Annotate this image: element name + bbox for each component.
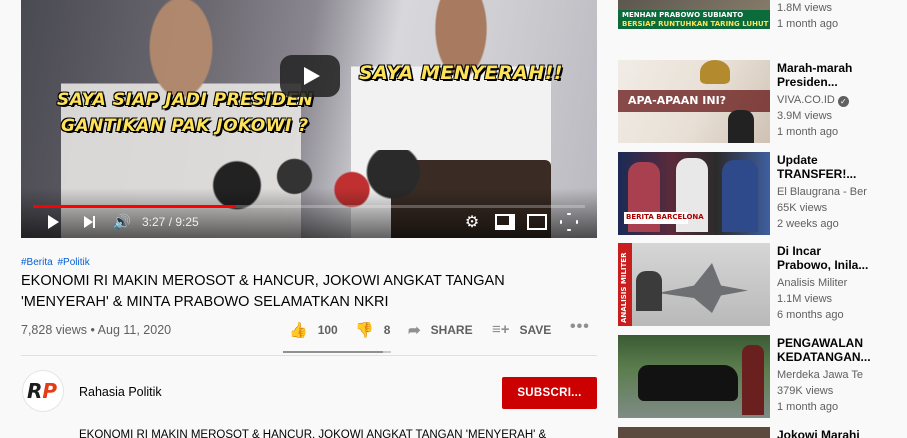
hashtag-berita[interactable]: #Berita bbox=[21, 257, 53, 268]
video-title-line1: EKONOMI RI MAKIN MEROSOT & HANCUR, JOKOW… bbox=[21, 273, 505, 289]
thumb-player-3 bbox=[722, 160, 758, 232]
video-meta: 7,828 views • Aug 11, 2020 bbox=[21, 323, 172, 337]
dislike-button[interactable]: 👎 8 bbox=[355, 321, 390, 339]
rec-channel: Merdeka Jawa Te bbox=[777, 369, 864, 381]
rec-age: 1 month ago bbox=[777, 401, 839, 413]
time-display: 3:27 / 9:25 bbox=[142, 215, 199, 229]
play-icon[interactable] bbox=[45, 212, 61, 232]
like-button[interactable]: 👍 100 bbox=[289, 321, 338, 339]
thumb-emblem bbox=[700, 60, 730, 84]
like-count: 100 bbox=[317, 323, 338, 337]
video-overlay-line2: GANTIKAN PAK JOKOWI ? bbox=[61, 116, 309, 136]
rec-channel-name: VIVA.CO.ID bbox=[777, 94, 835, 106]
save-button[interactable]: ≡+ SAVE bbox=[492, 321, 551, 338]
rec-age: 6 months ago bbox=[777, 309, 844, 321]
thumb-caption: APA-APAAN INI? bbox=[628, 94, 727, 107]
recommendation-item[interactable]: Jokowi Marahi bbox=[618, 427, 907, 438]
rec-age: 2 weeks ago bbox=[777, 218, 839, 230]
rec-channel: El Blaugrana - Ber bbox=[777, 186, 867, 198]
volume-icon[interactable]: 🔊 bbox=[111, 212, 133, 232]
hashtag-politik[interactable]: #Politik bbox=[57, 257, 89, 268]
channel-avatar[interactable]: RP bbox=[22, 370, 64, 412]
more-actions-button[interactable]: ••• bbox=[570, 318, 590, 336]
video-title-line2: 'MENYERAH' & MINTA PRABOWO SELAMATKAN NK… bbox=[21, 294, 389, 310]
info-divider bbox=[21, 355, 597, 356]
rec-title-line2: Prabowo, Inila... bbox=[777, 258, 869, 272]
rec-title-line2: KEDATANGAN... bbox=[777, 350, 871, 364]
progress-fill bbox=[33, 205, 236, 208]
save-label: SAVE bbox=[519, 322, 552, 337]
settings-gear-icon[interactable]: ⚙ bbox=[463, 212, 481, 232]
verified-check-icon: ✓ bbox=[837, 96, 849, 107]
recommendation-thumbnail[interactable] bbox=[618, 427, 770, 438]
rec-views: 1.8M views bbox=[777, 2, 833, 14]
video-overlay-line1: SAYA SIAP JADI PRESIDEN bbox=[57, 90, 314, 110]
recommendation-thumbnail[interactable]: MENHAN PRABOWO SUBIANTO BERSIAP RUNTUHKA… bbox=[618, 0, 770, 29]
rec-channel: Analisis Militer bbox=[777, 277, 848, 289]
rec-channel: VIVA.CO.ID ✓ bbox=[777, 92, 907, 108]
hashtags: #Berita #Politik bbox=[21, 257, 92, 268]
recommendation-item[interactable]: ANALISIS MILITER Di Incar Prabowo, Inila… bbox=[618, 243, 907, 327]
channel-name[interactable]: Rahasia Politik bbox=[79, 385, 162, 399]
share-arrow-icon: ➦ bbox=[408, 322, 421, 339]
thumb-person bbox=[728, 110, 754, 143]
channel-logo: RP bbox=[27, 379, 57, 403]
rec-views: 65K views bbox=[777, 202, 828, 214]
recommendation-thumbnail[interactable]: APA-APAAN INI? bbox=[618, 60, 770, 143]
video-title: EKONOMI RI MAKIN MEROSOT & HANCUR, JOKOW… bbox=[21, 271, 591, 313]
thumb-person bbox=[742, 345, 764, 415]
progress-bar[interactable] bbox=[33, 205, 585, 208]
share-button[interactable]: ➦ SHARE bbox=[408, 321, 473, 339]
miniplayer-icon[interactable] bbox=[495, 212, 515, 232]
video-description: EKONOMI RI MAKIN MEROSOT & HANCUR, JOKOW… bbox=[79, 429, 547, 438]
sentiment-bar bbox=[283, 351, 391, 353]
recommendation-item[interactable]: APA-APAAN INI? Marah-marah Presiden... V… bbox=[618, 60, 907, 144]
large-play-button[interactable] bbox=[280, 55, 340, 97]
rec-title-line1: Jokowi Marahi bbox=[777, 428, 860, 438]
thumb-jet bbox=[658, 263, 748, 313]
video-overlay-right: SAYA MENYERAH!! bbox=[359, 62, 564, 84]
youtube-watch-page: SAYA SIAP JADI PRESIDEN GANTIKAN PAK JOK… bbox=[0, 0, 907, 438]
thumb-caption-2: BERSIAP RUNTUHKAN TARING LUHUT bbox=[622, 20, 769, 28]
thumb-caption: BERITA BARCELONA bbox=[626, 213, 704, 221]
thumb-caption: ANALISIS MILITER bbox=[620, 252, 628, 323]
thumbs-down-icon: 👎 bbox=[355, 322, 374, 339]
rec-title-line2: Presiden... bbox=[777, 75, 838, 89]
upload-date: Aug 11, 2020 bbox=[97, 323, 172, 337]
thumb-caption-1: MENHAN PRABOWO SUBIANTO bbox=[622, 11, 744, 19]
share-label: SHARE bbox=[430, 323, 473, 337]
thumb-person bbox=[636, 271, 662, 311]
rec-age: 1 month ago bbox=[777, 18, 839, 30]
rec-views: 379K views bbox=[777, 385, 834, 397]
rec-age: 1 month ago bbox=[777, 126, 839, 138]
thumb-car bbox=[638, 365, 738, 401]
rec-views: 1.1M views bbox=[777, 293, 833, 305]
playlist-add-icon: ≡+ bbox=[492, 321, 510, 338]
rec-title-line2: TRANSFER!... bbox=[777, 167, 857, 181]
recommendation-item[interactable]: PENGAWALAN KEDATANGAN... Merdeka Jawa Te… bbox=[618, 335, 907, 419]
view-count: 7,828 views bbox=[21, 323, 88, 337]
dislike-count: 8 bbox=[383, 323, 391, 337]
logo-letter-r: R bbox=[27, 379, 43, 403]
subscribe-button[interactable]: SUBSCRI... bbox=[502, 377, 597, 409]
rec-views: 3.9M views bbox=[777, 110, 833, 122]
recommendation-item[interactable]: BERITA BARCELONA Update TRANSFER!... El … bbox=[618, 152, 907, 236]
recommendation-thumbnail[interactable]: ANALISIS MILITER bbox=[618, 243, 770, 326]
recommendation-thumbnail[interactable]: BERITA BARCELONA bbox=[618, 152, 770, 235]
recommendation-item[interactable]: MENHAN PRABOWO SUBIANTO BERSIAP RUNTUHKA… bbox=[618, 0, 907, 30]
recommendation-thumbnail[interactable] bbox=[618, 335, 770, 418]
theater-mode-icon[interactable] bbox=[527, 212, 547, 232]
video-player[interactable]: SAYA SIAP JADI PRESIDEN GANTIKAN PAK JOK… bbox=[21, 0, 597, 238]
logo-letter-p: P bbox=[42, 379, 58, 403]
fullscreen-icon[interactable] bbox=[559, 212, 579, 232]
thumbs-up-icon: 👍 bbox=[289, 322, 308, 339]
sentiment-fill bbox=[283, 351, 383, 353]
next-icon[interactable] bbox=[81, 212, 97, 232]
